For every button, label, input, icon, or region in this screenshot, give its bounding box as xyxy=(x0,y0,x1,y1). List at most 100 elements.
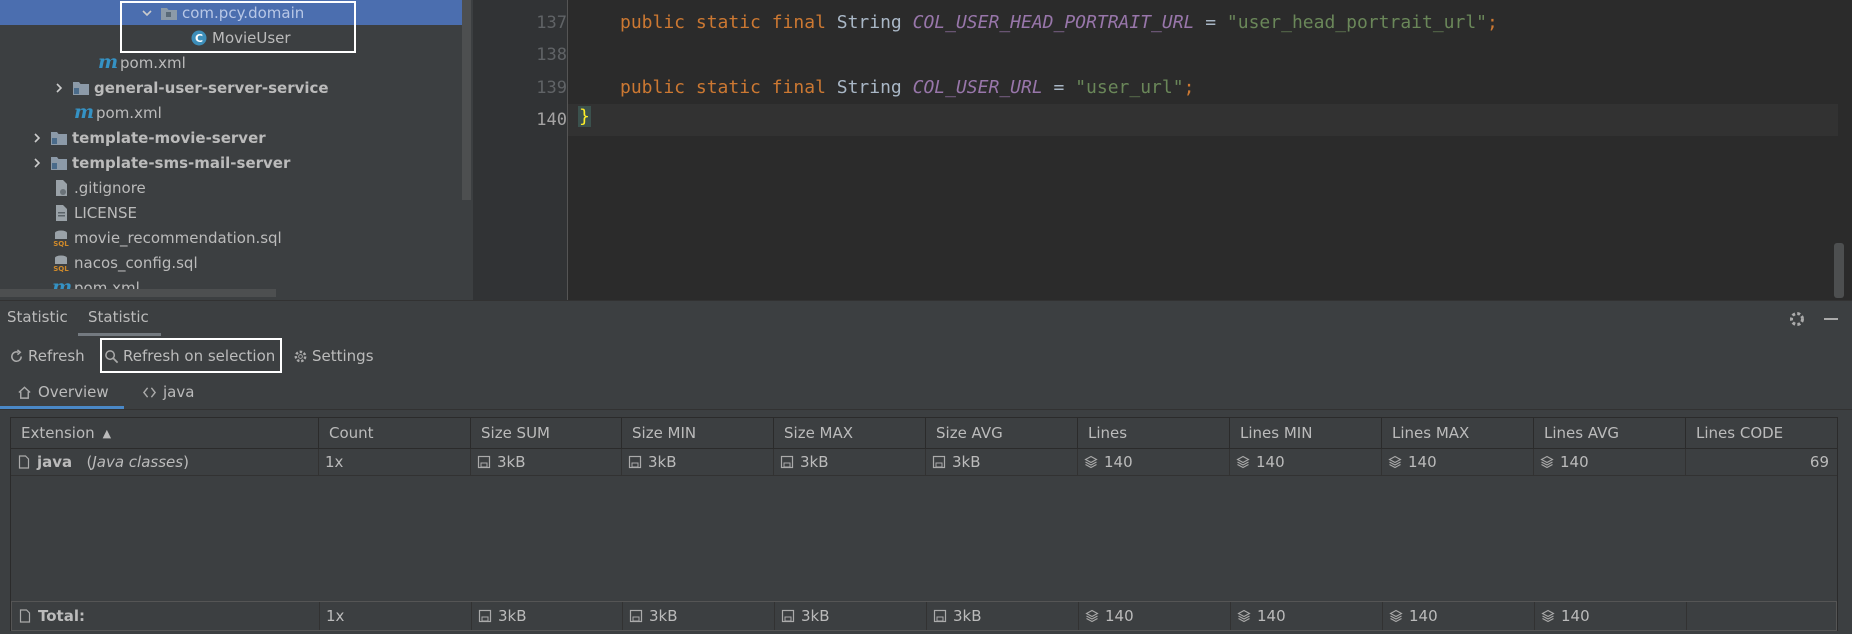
tree-vertical-scrollbar[interactable] xyxy=(462,0,471,200)
column-header-lines-max[interactable]: Lines MAX xyxy=(1382,418,1534,448)
refresh-icon xyxy=(11,348,22,362)
svg-text:SQL: SQL xyxy=(53,240,69,247)
column-header-lines[interactable]: Lines xyxy=(1078,418,1230,448)
column-header-size-avg[interactable]: Size AVG xyxy=(926,418,1078,448)
tab-overview-label: Overview xyxy=(38,383,109,401)
tree-item-template-sms-mail-server[interactable]: template-sms-mail-server xyxy=(0,150,462,175)
cell-total-lines-avg: 140 xyxy=(1535,602,1687,630)
file-icon xyxy=(19,609,31,623)
chevron-down-icon[interactable] xyxy=(140,6,154,20)
tree-item-gitignore[interactable]: .gitignore xyxy=(0,175,462,200)
refresh-on-selection-label: Refresh on selection xyxy=(123,347,276,365)
cell-total-size-min: 3kB xyxy=(623,602,775,630)
cell-total-lines: 140 xyxy=(1079,602,1231,630)
code-brackets-icon xyxy=(142,386,157,398)
tree-item-label: pom.xml xyxy=(96,103,162,122)
cell-lines-avg: 140 xyxy=(1534,449,1686,475)
table-row[interactable]: java (Java classes) 1x 3kB 3kB 3kB 3kB 1… xyxy=(11,449,1837,476)
tree-item-label: .gitignore xyxy=(74,178,146,197)
cell-lines-min: 140 xyxy=(1230,449,1382,475)
column-header-extension[interactable]: Extension ▲ xyxy=(11,418,319,448)
line-number-active: 140 xyxy=(536,110,567,130)
java-class-icon: C xyxy=(190,29,208,47)
gitignore-file-icon xyxy=(52,179,70,197)
tree-item-movieuser[interactable]: C MovieUser xyxy=(0,25,462,50)
text-file-icon xyxy=(52,204,70,222)
layers-icon xyxy=(1388,455,1402,469)
sql-file-icon: SQL xyxy=(52,229,70,247)
minimize-icon[interactable] xyxy=(1822,310,1840,328)
tree-item-label: movie_recommendation.sql xyxy=(74,228,282,247)
tab-overview[interactable]: Overview xyxy=(17,377,109,407)
editor-gutter: 137 138 139 140 xyxy=(473,0,567,300)
statistic-table[interactable]: Extension ▲ Count Size SUM Size MIN Size … xyxy=(10,417,1838,631)
layers-icon xyxy=(1541,609,1555,623)
cell-size-max: 3kB xyxy=(774,449,926,475)
cell-size-avg: 3kB xyxy=(926,449,1078,475)
column-header-size-min[interactable]: Size MIN xyxy=(622,418,774,448)
caret-row-highlight xyxy=(568,104,1838,136)
maven-icon: m xyxy=(98,51,119,73)
tree-item-com-pcy-domain[interactable]: com.pcy.domain xyxy=(0,0,462,25)
tree-item-label: nacos_config.sql xyxy=(74,253,198,272)
layers-icon xyxy=(1084,455,1098,469)
chevron-right-icon[interactable] xyxy=(30,131,44,145)
closing-brace[interactable]: } xyxy=(578,106,591,127)
tree-item-label: LICENSE xyxy=(74,203,137,222)
chevron-right-icon[interactable] xyxy=(52,81,66,95)
tree-item-movie-recommendation-sql[interactable]: SQL movie_recommendation.sql xyxy=(0,225,462,250)
tab-statistic-active[interactable]: Statistic xyxy=(88,308,149,326)
cell-total-lines-code xyxy=(1687,602,1836,630)
project-tree[interactable]: com.pcy.domain C MovieUser m pom.xml gen… xyxy=(0,0,473,300)
tree-item-general-user-server-service[interactable]: general-user-server-service xyxy=(0,75,462,100)
layers-icon xyxy=(1236,455,1250,469)
column-header-lines-min[interactable]: Lines MIN xyxy=(1230,418,1382,448)
tree-item-template-movie-server[interactable]: template-movie-server xyxy=(0,125,462,150)
maven-icon: m xyxy=(74,101,95,123)
gear-icon xyxy=(294,350,307,362)
column-header-size-max[interactable]: Size MAX xyxy=(774,418,926,448)
column-header-count[interactable]: Count xyxy=(319,418,471,448)
refresh-button[interactable]: Refresh xyxy=(9,343,85,369)
sql-file-icon: SQL xyxy=(52,254,70,272)
editor-scrollbar[interactable] xyxy=(1834,243,1844,298)
code-editor[interactable]: public static final String COL_USER_HEAD… xyxy=(568,0,1852,300)
tree-item-label: MovieUser xyxy=(212,28,291,47)
tree-item-nacos-config-sql[interactable]: SQL nacos_config.sql xyxy=(0,250,462,275)
column-header-lines-avg[interactable]: Lines AVG xyxy=(1534,418,1686,448)
cell-size-min: 3kB xyxy=(622,449,774,475)
gear-icon[interactable] xyxy=(1788,310,1806,328)
tab-statistic[interactable]: Statistic xyxy=(7,308,68,326)
table-header: Extension ▲ Count Size SUM Size MIN Size … xyxy=(11,418,1837,449)
refresh-on-selection-button[interactable]: Refresh on selection xyxy=(104,343,275,369)
cell-total-size-sum: 3kB xyxy=(472,602,623,630)
tree-item-pom-xml[interactable]: m pom.xml xyxy=(0,100,462,125)
home-icon xyxy=(18,385,31,399)
svg-text:C: C xyxy=(195,32,203,45)
tree-item-license[interactable]: LICENSE xyxy=(0,200,462,225)
package-folder-icon xyxy=(160,4,178,22)
code-line[interactable]: public static final String COL_USER_HEAD… xyxy=(620,12,1498,33)
tree-item-label: template-movie-server xyxy=(72,128,266,147)
tree-item-pom-xml[interactable]: m pom.xml xyxy=(0,50,462,75)
disk-icon xyxy=(629,609,643,623)
line-number: 139 xyxy=(536,78,567,98)
tree-horizontal-scrollbar[interactable] xyxy=(0,289,276,297)
sort-ascending-icon: ▲ xyxy=(102,426,112,440)
tree-item-label: com.pcy.domain xyxy=(182,3,305,22)
column-header-lines-code[interactable]: Lines CODE xyxy=(1686,418,1837,448)
table-total-row: Total: 1x 3kB 3kB 3kB 3kB 140 140 140 14… xyxy=(11,601,1837,631)
column-header-size-sum[interactable]: Size SUM xyxy=(471,418,622,448)
layers-icon xyxy=(1540,455,1554,469)
disk-icon xyxy=(477,455,491,469)
tab-java[interactable]: java xyxy=(142,377,194,407)
code-line[interactable]: public static final String COL_USER_URL … xyxy=(620,77,1194,98)
refresh-label: Refresh xyxy=(28,347,85,365)
disk-icon xyxy=(780,455,794,469)
layers-icon xyxy=(1237,609,1251,623)
tree-item-label: template-sms-mail-server xyxy=(72,153,291,172)
module-folder-icon xyxy=(50,129,68,147)
cell-total-lines-min: 140 xyxy=(1231,602,1383,630)
settings-button[interactable]: Settings xyxy=(293,343,374,369)
chevron-right-icon[interactable] xyxy=(30,156,44,170)
